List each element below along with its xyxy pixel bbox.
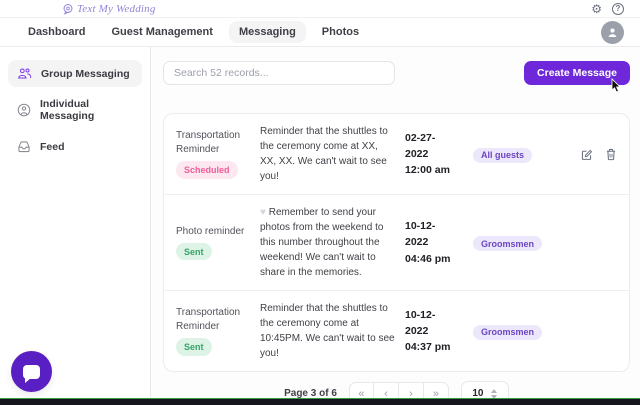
sidebar-item-feed[interactable]: Feed	[8, 133, 142, 160]
main-nav: Dashboard Guest Management Messaging Pho…	[0, 18, 640, 47]
status-badge: Sent	[176, 338, 212, 356]
group-icon	[17, 68, 32, 79]
chat-bubble-icon	[23, 364, 40, 383]
search-input[interactable]	[163, 61, 395, 85]
person-icon	[17, 103, 31, 117]
sidebar-item-label: Individual Messaging	[40, 98, 95, 122]
message-datetime: 02-27-2022 12:00 am	[405, 131, 450, 177]
sidebar: Group Messaging Individual Messaging Fee…	[0, 47, 151, 398]
message-text: Reminder that the shuttles to the ceremo…	[260, 126, 388, 182]
audience-badge: Groomsmen	[473, 236, 543, 251]
sidebar-item-individual-messaging[interactable]: Individual Messaging	[8, 91, 142, 129]
message-title: Transportation Reminder	[176, 307, 241, 332]
delete-icon[interactable]	[605, 148, 617, 161]
table-row[interactable]: Photo reminder Sent ♥ Remember to send y…	[164, 195, 629, 291]
tab-photos[interactable]: Photos	[312, 21, 369, 43]
chat-widget-button[interactable]	[11, 351, 52, 392]
tab-dashboard[interactable]: Dashboard	[18, 21, 95, 43]
message-title: Transportation Reminder	[176, 130, 241, 155]
message-title: Photo reminder	[176, 225, 245, 237]
app-logo[interactable]: Text My Wedding	[62, 3, 156, 15]
audience-badge: All guests	[473, 147, 533, 163]
message-datetime: 10-12-2022 04:46 pm	[405, 220, 451, 265]
tab-messaging[interactable]: Messaging	[228, 21, 306, 43]
help-icon[interactable]: ?	[612, 2, 624, 15]
logo-text: Text My Wedding	[77, 2, 156, 15]
create-message-button[interactable]: Create Message	[524, 61, 630, 85]
tab-guest-management[interactable]: Guest Management	[101, 21, 222, 43]
audience-badge: Groomsmen	[473, 324, 543, 340]
bottom-bar	[0, 398, 640, 405]
status-badge: Sent	[176, 243, 212, 261]
message-text: Reminder that the shuttles to the ceremo…	[260, 303, 395, 359]
logo-bubble-icon	[63, 3, 73, 15]
heart-emoji: ♥	[260, 207, 269, 218]
main-panel: Create Message Transportation Reminder S…	[151, 47, 640, 405]
settings-gear-icon[interactable]: ⚙	[591, 3, 602, 15]
user-avatar[interactable]	[601, 21, 624, 44]
table-row[interactable]: Transportation Reminder Scheduled Remind…	[164, 114, 629, 195]
feed-icon	[18, 141, 30, 153]
sidebar-item-label: Feed	[40, 140, 65, 153]
top-logo-bar: Text My Wedding ⚙ ?	[0, 0, 640, 18]
messages-table: Transportation Reminder Scheduled Remind…	[163, 113, 630, 372]
sidebar-item-group-messaging[interactable]: Group Messaging	[8, 60, 142, 87]
sidebar-item-label: Group Messaging	[41, 67, 130, 80]
table-row[interactable]: Transportation Reminder Sent Reminder th…	[164, 291, 629, 371]
avatar-person-icon	[608, 28, 617, 38]
message-text: ♥ Remember to send your photos from the …	[260, 207, 384, 278]
status-badge: Scheduled	[176, 161, 238, 179]
edit-icon[interactable]	[580, 148, 593, 161]
spinner-icon	[491, 388, 498, 399]
message-datetime: 10-12-2022 04:37 pm	[405, 308, 451, 354]
